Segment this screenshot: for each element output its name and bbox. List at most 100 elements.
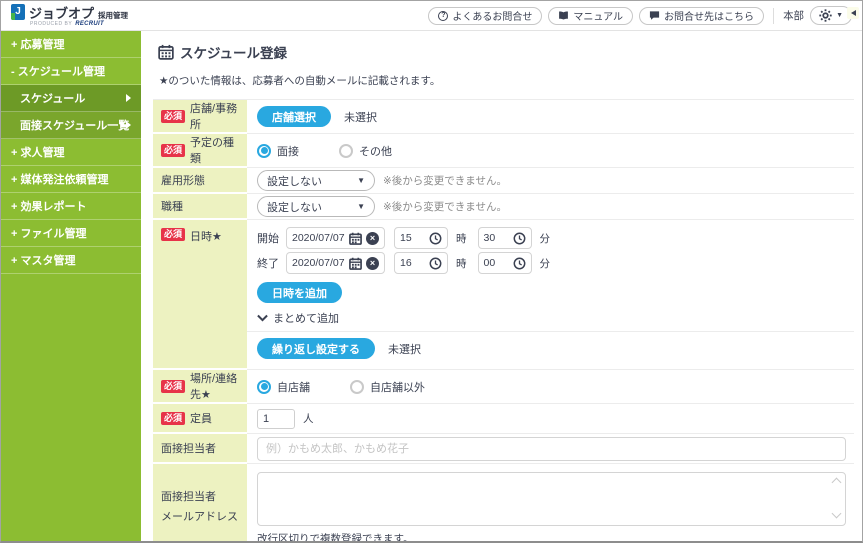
end-minute-field[interactable]: 00 — [478, 252, 532, 274]
jobop-logo-icon: J — [11, 4, 25, 20]
capacity-unit: 人 — [303, 411, 314, 426]
start-minute-value: 30 — [484, 232, 496, 244]
row-shop: 必須 店舗/事務所 店舗選択 未選択 — [153, 100, 854, 134]
radio-other-location[interactable]: 自店舗以外 — [350, 379, 425, 395]
chevron-down-icon — [257, 314, 268, 322]
faq-button[interactable]: ? よくあるお問合せ — [428, 7, 542, 25]
sidebar-item-schedule[interactable]: スケジュール — [1, 85, 141, 112]
schedule-type-label: 予定の種類 — [190, 134, 241, 166]
sidebar-item-media-order-management[interactable]: + 媒体発注依頼管理 — [1, 166, 141, 193]
required-badge: 必須 — [161, 110, 185, 123]
manual-button[interactable]: マニュアル — [548, 7, 633, 25]
hour-unit: 時 — [456, 256, 467, 271]
sidebar-item-schedule-management[interactable]: - スケジュール管理 — [1, 58, 141, 85]
contact-button-label: お問合せ先はこちら — [664, 8, 754, 23]
clock-icon[interactable] — [513, 257, 526, 270]
clear-icon[interactable]: × — [366, 257, 379, 270]
start-hour-field[interactable]: 15 — [394, 227, 448, 249]
start-date-field[interactable]: 2020/07/07 × — [286, 227, 385, 249]
employment-dropdown-value: 設定しない — [267, 173, 322, 189]
main-content: スケジュール登録 ★のついた情報は、応募者への自動メールに記載されます。 必須 … — [153, 31, 854, 541]
radio-unselected-icon — [339, 144, 353, 158]
gear-icon — [819, 9, 832, 22]
employment-dropdown[interactable]: 設定しない ▼ — [257, 170, 375, 191]
row-interviewer-email: 面接担当者 メールアドレス 改行区切りで複数登録できます。 — [153, 464, 854, 543]
chevron-down-icon: ▼ — [836, 12, 843, 19]
question-circle-icon: ? — [438, 11, 448, 21]
end-date-value: 2020/07/07 — [292, 257, 345, 269]
brand-suffix: 採用管理 — [98, 12, 128, 20]
star-note: ★のついた情報は、応募者への自動メールに記載されます。 — [153, 62, 854, 88]
start-minute-field[interactable]: 30 — [478, 227, 532, 249]
faq-button-label: よくあるお問合せ — [452, 8, 532, 23]
end-hour-value: 16 — [400, 257, 412, 269]
row-schedule-type: 必須 予定の種類 面接 その他 — [153, 134, 854, 168]
capacity-label: 定員 — [190, 410, 212, 426]
shop-status: 未選択 — [344, 109, 377, 125]
clock-icon[interactable] — [429, 257, 442, 270]
contact-button[interactable]: お問合せ先はこちら — [639, 7, 764, 25]
end-hour-field[interactable]: 16 — [394, 252, 448, 274]
app-window: J ジョブオプ 採用管理 PRODUCED BY RECRUIT ? よくあるお… — [0, 0, 863, 543]
radio-interview-label: 面接 — [277, 143, 299, 159]
required-badge: 必須 — [161, 228, 185, 241]
sidebar-item-applications[interactable]: + 応募管理 — [1, 31, 141, 58]
end-label: 終了 — [257, 255, 279, 271]
employment-label: 雇用形態 — [161, 172, 205, 188]
bulk-add-toggle[interactable]: まとめて追加 — [257, 310, 339, 326]
end-date-field[interactable]: 2020/07/07 × — [286, 252, 385, 274]
radio-other[interactable]: その他 — [339, 143, 392, 159]
required-badge: 必須 — [161, 380, 185, 393]
sidebar-item-file-management[interactable]: + ファイル管理 — [1, 220, 141, 247]
top-bar: J ジョブオプ 採用管理 PRODUCED BY RECRUIT ? よくあるお… — [1, 1, 862, 31]
employment-note: ※後から変更できません。 — [383, 173, 507, 188]
row-occupation: 職種 設定しない ▼ ※後から変更できません。 — [153, 194, 854, 220]
shop-select-button[interactable]: 店舗選択 — [257, 106, 331, 127]
calendar-icon — [158, 44, 174, 60]
minute-unit: 分 — [540, 231, 551, 246]
radio-other-location-label: 自店舗以外 — [370, 379, 425, 395]
capacity-input[interactable] — [257, 409, 295, 429]
add-datetime-button[interactable]: 日時を追加 — [257, 282, 342, 303]
clock-icon[interactable] — [429, 232, 442, 245]
occupation-label: 職種 — [161, 198, 183, 214]
sidebar-item-job-management[interactable]: + 求人管理 — [1, 139, 141, 166]
row-employment-type: 雇用形態 設定しない ▼ ※後から変更できません。 — [153, 168, 854, 194]
sidebar-collapse-button[interactable] — [847, 7, 859, 19]
row-interviewer: 面接担当者 — [153, 434, 854, 464]
radio-own-store[interactable]: 自店舗 — [257, 379, 310, 395]
app-logo: J ジョブオプ 採用管理 PRODUCED BY RECRUIT — [11, 4, 128, 27]
calendar-icon[interactable] — [349, 232, 362, 245]
interviewer-email-textarea[interactable] — [257, 472, 846, 526]
interviewer-email-label-2: メールアドレス — [161, 511, 238, 523]
sidebar-item-master-management[interactable]: + マスタ管理 — [1, 247, 141, 274]
dropdown-arrow-icon: ▼ — [357, 202, 365, 211]
interviewer-label: 面接担当者 — [161, 440, 216, 456]
schedule-form: 必須 店舗/事務所 店舗選択 未選択 必須 予定の種類 面接 — [153, 99, 854, 543]
clock-icon[interactable] — [513, 232, 526, 245]
chat-bubble-icon — [649, 10, 660, 21]
occupation-note: ※後から変更できません。 — [383, 199, 507, 214]
required-badge: 必須 — [161, 144, 185, 157]
hour-unit: 時 — [456, 231, 467, 246]
sidebar-item-effect-report[interactable]: + 効果レポート — [1, 193, 141, 220]
settings-menu-button[interactable]: ▼ — [810, 6, 852, 25]
interviewer-email-label-1: 面接担当者 — [161, 491, 216, 503]
calendar-icon[interactable] — [349, 257, 362, 270]
recruit-logo: RECRUIT — [75, 21, 104, 27]
topbar-divider — [773, 8, 774, 24]
interviewer-input[interactable] — [257, 437, 846, 461]
sidebar-item-interview-schedule-list[interactable]: 面接スケジュール一覧 — [1, 112, 141, 139]
dropdown-arrow-icon: ▼ — [357, 176, 365, 185]
shop-label: 店舗/事務所 — [190, 100, 241, 132]
radio-other-label: その他 — [359, 143, 392, 159]
repeat-setting-button[interactable]: 繰り返し設定する — [257, 338, 375, 359]
clear-icon[interactable]: × — [366, 232, 379, 245]
start-hour-value: 15 — [400, 232, 412, 244]
radio-selected-icon — [257, 380, 271, 394]
radio-interview[interactable]: 面接 — [257, 143, 299, 159]
occupation-dropdown[interactable]: 設定しない ▼ — [257, 196, 375, 217]
book-icon — [558, 10, 569, 21]
bulk-add-label: まとめて追加 — [273, 310, 339, 326]
datetime-divider — [247, 331, 854, 332]
